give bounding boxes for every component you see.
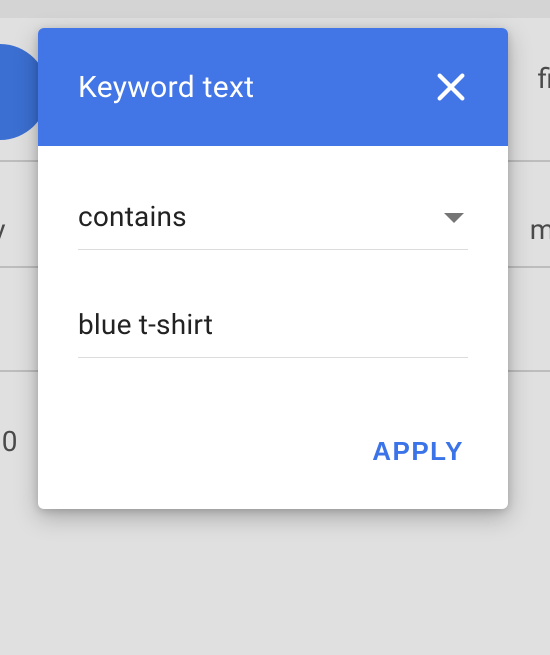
dialog-actions: APPLY bbox=[38, 388, 508, 509]
dialog-body: contains blue t-shirt bbox=[38, 146, 508, 358]
dialog-header: Keyword text bbox=[38, 28, 508, 146]
operator-dropdown[interactable]: contains bbox=[78, 186, 468, 250]
bg-text-fragment: 10 bbox=[0, 425, 17, 458]
bg-text-fragment: fil bbox=[538, 62, 550, 95]
operator-selected-value: contains bbox=[78, 200, 187, 233]
close-button[interactable] bbox=[428, 64, 474, 110]
bg-toolbar-strip bbox=[0, 0, 550, 18]
bg-text-fragment: mp bbox=[530, 213, 550, 246]
dialog-title: Keyword text bbox=[78, 70, 254, 105]
bg-text-fragment: hly bbox=[0, 213, 5, 246]
keyword-value-text: blue t-shirt bbox=[78, 308, 213, 341]
keyword-filter-dialog: Keyword text contains blue t-shirt APPLY bbox=[38, 28, 508, 509]
chevron-down-icon bbox=[444, 213, 464, 223]
close-icon bbox=[434, 70, 468, 104]
apply-button[interactable]: APPLY bbox=[366, 428, 470, 475]
keyword-value-input[interactable]: blue t-shirt bbox=[78, 294, 468, 358]
